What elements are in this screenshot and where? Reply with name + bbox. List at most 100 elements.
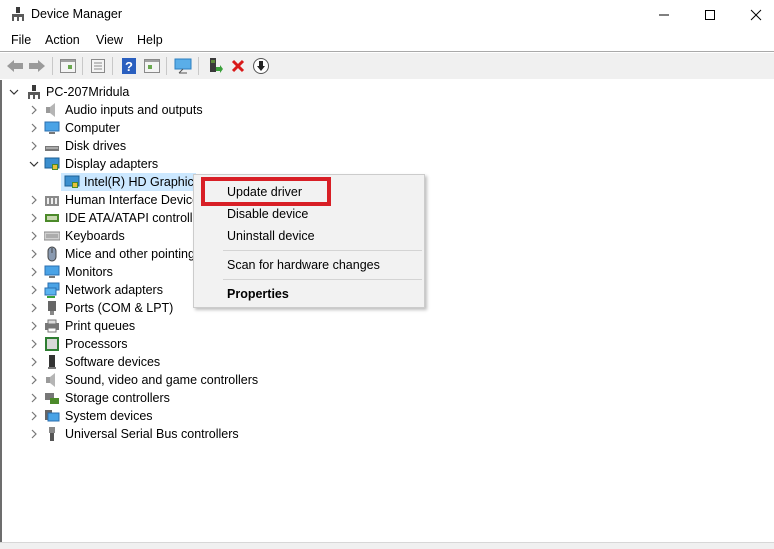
chevron-right-icon: [31, 213, 37, 223]
expand-toggle[interactable]: [29, 119, 39, 137]
menu-help[interactable]: Help: [137, 33, 163, 47]
tree-category[interactable]: Audio inputs and outputs: [2, 101, 302, 119]
chevron-right-icon: [31, 393, 37, 403]
expand-toggle[interactable]: [29, 371, 39, 389]
speaker-icon: [44, 102, 60, 118]
expand-toggle[interactable]: [29, 263, 39, 281]
svg-text:?: ?: [125, 59, 133, 74]
forward-icon: [29, 60, 45, 72]
printer-icon: [44, 318, 60, 334]
toolbar-separator: [112, 57, 113, 75]
menu-item-scan-hardware[interactable]: Scan for hardware changes: [227, 258, 380, 272]
menu-action[interactable]: Action: [45, 33, 80, 47]
tree-category-label: Network adapters: [65, 283, 163, 297]
network-adapter-icon: [44, 282, 60, 298]
help-button[interactable]: ?: [118, 55, 140, 77]
tree-category-label: Storage controllers: [65, 391, 170, 405]
properties-button[interactable]: [87, 55, 109, 77]
tree-root-label: PC-207Mridula: [46, 85, 130, 99]
forward-button[interactable]: [26, 55, 48, 77]
tree-category-label: Keyboards: [65, 229, 125, 243]
chevron-right-icon: [31, 285, 37, 295]
tree-root[interactable]: PC-207Mridula: [2, 83, 302, 101]
menu-bar: File Action View Help: [0, 30, 774, 52]
tree-category-label: Software devices: [65, 355, 161, 369]
show-hide-console-tree-button[interactable]: [57, 55, 79, 77]
show-hide-action-pane-icon: [144, 59, 160, 73]
show-hide-console-tree-icon: [60, 59, 76, 73]
tree-category-label: Universal Serial Bus controllers: [65, 427, 239, 441]
tree-category[interactable]: Print queues: [2, 317, 302, 335]
disk-drive-icon: [44, 138, 60, 154]
expand-toggle[interactable]: [29, 245, 39, 263]
chevron-right-icon: [31, 375, 37, 385]
maximize-button[interactable]: [687, 0, 733, 30]
chevron-right-icon: [31, 195, 37, 205]
uninstall-device-button[interactable]: [227, 55, 249, 77]
device-manager-icon: [10, 6, 26, 22]
computer-icon: [44, 120, 60, 136]
update-driver-button[interactable]: [204, 55, 226, 77]
tree-category[interactable]: Storage controllers: [2, 389, 302, 407]
tree-category[interactable]: Disk drives: [2, 137, 302, 155]
tree-category-label: System devices: [65, 409, 153, 423]
chevron-down-icon[interactable]: [9, 83, 19, 101]
expand-toggle[interactable]: [29, 281, 39, 299]
storage-controller-icon: [44, 390, 60, 406]
tree-category-label: IDE ATA/ATAPI controllers: [65, 211, 210, 225]
tree-category-label: Print queues: [65, 319, 136, 333]
expand-toggle[interactable]: [29, 353, 39, 371]
toolbar-separator: [82, 57, 83, 75]
expand-toggle[interactable]: [29, 155, 39, 173]
port-icon: [44, 300, 60, 316]
minimize-icon: [659, 14, 669, 16]
menu-view[interactable]: View: [96, 33, 123, 47]
expand-toggle[interactable]: [29, 407, 39, 425]
tree-category[interactable]: Sound, video and game controllers: [2, 371, 302, 389]
computer-network-icon: [26, 84, 42, 100]
expand-toggle[interactable]: [29, 101, 39, 119]
expand-toggle[interactable]: [29, 389, 39, 407]
expand-toggle[interactable]: [29, 317, 39, 335]
tree-category[interactable]: Processors: [2, 335, 302, 353]
expand-toggle[interactable]: [29, 191, 39, 209]
expand-toggle[interactable]: [29, 335, 39, 353]
tree-category[interactable]: System devices: [2, 407, 302, 425]
monitor-icon: [44, 264, 60, 280]
update-driver-icon: [210, 58, 223, 73]
device-tree: PC-207Mridula Audio inputs and outputs Co…: [0, 80, 774, 542]
tree-category[interactable]: Software devices: [2, 353, 302, 371]
show-hide-action-pane-button[interactable]: [141, 55, 163, 77]
tree-category-label: Audio inputs and outputs: [65, 103, 203, 117]
expand-toggle[interactable]: [29, 227, 39, 245]
display-adapter-icon: [44, 156, 60, 172]
tree-category-label: Display adapters: [65, 157, 159, 171]
tree-category[interactable]: Display adapters: [2, 155, 302, 173]
toolbar-separator: [166, 57, 167, 75]
disable-device-button[interactable]: [250, 55, 272, 77]
menu-item-disable-device[interactable]: Disable device: [227, 207, 308, 221]
menu-file[interactable]: File: [11, 33, 31, 47]
menu-item-properties[interactable]: Properties: [227, 287, 289, 301]
menu-item-uninstall-device[interactable]: Uninstall device: [227, 229, 315, 243]
expand-toggle[interactable]: [29, 299, 39, 317]
tree-category[interactable]: Computer: [2, 119, 302, 137]
scan-hardware-changes-button[interactable]: [172, 55, 194, 77]
toolbar-separator: [52, 57, 53, 75]
tree-category-label: Processors: [65, 337, 128, 351]
chevron-right-icon: [31, 411, 37, 421]
maximize-icon: [705, 10, 715, 20]
close-button[interactable]: [733, 0, 774, 30]
expand-toggle[interactable]: [29, 425, 39, 443]
expand-toggle[interactable]: [29, 209, 39, 227]
display-adapter-icon: [64, 174, 80, 190]
tree-category[interactable]: Universal Serial Bus controllers: [2, 425, 302, 443]
back-button[interactable]: [4, 55, 26, 77]
chevron-right-icon: [31, 141, 37, 151]
hid-icon: [44, 192, 60, 208]
expand-toggle[interactable]: [29, 137, 39, 155]
tree-category-label: Ports (COM & LPT): [65, 301, 174, 315]
status-bar: [0, 542, 774, 549]
chevron-down-icon: [29, 161, 39, 167]
minimize-button[interactable]: [641, 0, 687, 30]
